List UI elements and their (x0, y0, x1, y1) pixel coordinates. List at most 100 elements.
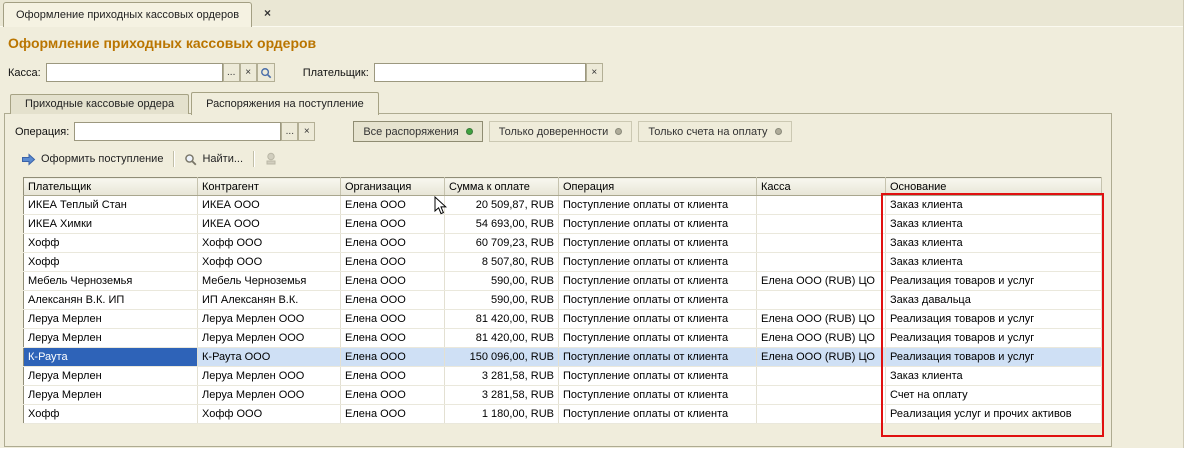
table-row[interactable]: Хофф Хофф ООО Елена ООО 1 180,00, RUB Поступ… (23, 404, 1102, 424)
table-row[interactable]: ИКЕА Химки ИКЕА ООО Елена ООО 54 693,00, RU… (23, 214, 1102, 234)
cell-cashbox[interactable] (756, 214, 886, 234)
tab-cash-orders[interactable]: Приходные кассовые ордера (10, 94, 190, 114)
cell-payer[interactable]: ИКЕА Теплый Стан (23, 195, 198, 215)
window-tab[interactable]: Оформление приходных кассовых ордеров (3, 2, 253, 27)
cell-amount[interactable]: 3 281,58, RUB (444, 385, 559, 405)
cell-operation[interactable]: Поступление оплаты от клиента (558, 385, 757, 405)
cell-cashbox[interactable]: Елена ООО (RUB) ЦО (756, 328, 886, 348)
cell-basis[interactable]: Заказ клиента (885, 195, 1102, 215)
cell-operation[interactable]: Поступление оплаты от клиента (558, 252, 757, 272)
kassa-select-button[interactable]: ... (222, 63, 240, 82)
cell-operation[interactable]: Поступление оплаты от клиента (558, 347, 757, 367)
operation-clear-button[interactable]: × (298, 122, 316, 141)
cell-operation[interactable]: Поступление оплаты от клиента (558, 290, 757, 310)
cell-cashbox[interactable] (756, 404, 886, 424)
cell-amount[interactable]: 150 096,00, RUB (444, 347, 559, 367)
cell-cashbox[interactable] (756, 233, 886, 253)
cell-amount[interactable]: 54 693,00, RUB (444, 214, 559, 234)
table-row[interactable]: Хофф Хофф ООО Елена ООО 8 507,80, RUB Поступ… (23, 252, 1102, 272)
find-button[interactable]: Найти... (178, 149, 249, 169)
cell-organization[interactable]: Елена ООО (340, 404, 445, 424)
cell-payer[interactable]: Хофф (23, 252, 198, 272)
operation-input[interactable] (74, 122, 282, 141)
cell-organization[interactable]: Елена ООО (340, 347, 445, 367)
filter-all-dispositions-button[interactable]: Все распоряжения (353, 121, 483, 142)
cell-operation[interactable]: Поступление оплаты от клиента (558, 309, 757, 329)
cell-basis[interactable]: Заказ клиента (885, 366, 1102, 386)
column-header-counterparty[interactable]: Контрагент (197, 177, 341, 196)
cell-counterparty[interactable]: Хофф ООО (197, 233, 341, 253)
stamp-button[interactable] (258, 149, 284, 169)
cell-payer[interactable]: Леруа Мерлен (23, 385, 198, 405)
table-row[interactable]: Леруа Мерлен Леруа Мерлен ООО Елена ООО 81 … (23, 328, 1102, 348)
cell-basis[interactable]: Заказ клиента (885, 214, 1102, 234)
cell-amount[interactable]: 1 180,00, RUB (444, 404, 559, 424)
cell-cashbox[interactable] (756, 366, 886, 386)
cell-amount[interactable]: 20 509,87, RUB (444, 195, 559, 215)
cell-basis[interactable]: Реализация товаров и услуг (885, 309, 1102, 329)
payer-clear-button[interactable]: × (585, 63, 603, 82)
cell-cashbox[interactable]: Елена ООО (RUB) ЦО (756, 347, 886, 367)
cell-operation[interactable]: Поступление оплаты от клиента (558, 271, 757, 291)
cell-counterparty[interactable]: Леруа Мерлен ООО (197, 328, 341, 348)
cell-amount[interactable]: 60 709,23, RUB (444, 233, 559, 253)
kassa-input[interactable] (45, 63, 223, 82)
cell-cashbox[interactable]: Елена ООО (RUB) ЦО (756, 271, 886, 291)
kassa-clear-button[interactable]: × (239, 63, 257, 82)
cell-organization[interactable]: Елена ООО (340, 385, 445, 405)
tab-close-icon[interactable]: × (260, 6, 275, 21)
cell-organization[interactable]: Елена ООО (340, 195, 445, 215)
cell-counterparty[interactable]: ИКЕА ООО (197, 195, 341, 215)
cell-counterparty[interactable]: Мебель Черноземья (197, 271, 341, 291)
cell-basis[interactable]: Реализация товаров и услуг (885, 328, 1102, 348)
table-row[interactable]: Мебель Черноземья Мебель Черноземья Елена … (23, 271, 1102, 291)
filter-invoices-button[interactable]: Только счета на оплату (638, 121, 792, 142)
cell-cashbox[interactable] (756, 252, 886, 272)
cell-amount[interactable]: 3 281,58, RUB (444, 366, 559, 386)
cell-basis[interactable]: Реализация товаров и услуг (885, 347, 1102, 367)
cell-organization[interactable]: Елена ООО (340, 328, 445, 348)
cell-operation[interactable]: Поступление оплаты от клиента (558, 195, 757, 215)
column-header-cashbox[interactable]: Касса (756, 177, 886, 196)
cell-basis[interactable]: Заказ клиента (885, 252, 1102, 272)
column-header-amount[interactable]: Сумма к оплате (444, 177, 559, 196)
cell-counterparty[interactable]: Леруа Мерлен ООО (197, 309, 341, 329)
cell-cashbox[interactable] (756, 290, 886, 310)
cell-basis[interactable]: Счет на оплату (885, 385, 1102, 405)
cell-payer[interactable]: Хофф (23, 233, 198, 253)
cell-cashbox[interactable]: Елена ООО (RUB) ЦО (756, 309, 886, 329)
cell-payer[interactable]: ИКЕА Химки (23, 214, 198, 234)
table-row[interactable]: Хофф Хофф ООО Елена ООО 60 709,23, RUB Посту… (23, 233, 1102, 253)
cell-payer[interactable]: Алексанян В.К. ИП (23, 290, 198, 310)
column-header-organization[interactable]: Организация (340, 177, 445, 196)
cell-operation[interactable]: Поступление оплаты от клиента (558, 328, 757, 348)
table-row[interactable]: Леруа Мерлен Леруа Мерлен ООО Елена ООО 3 2… (23, 366, 1102, 386)
cell-counterparty[interactable]: Хофф ООО (197, 404, 341, 424)
cell-payer[interactable]: Леруа Мерлен (23, 309, 198, 329)
cell-payer[interactable]: Леруа Мерлен (23, 366, 198, 386)
table-row[interactable]: ИКЕА Теплый Стан ИКЕА ООО Елена ООО 20 509,… (23, 195, 1102, 215)
cell-organization[interactable]: Елена ООО (340, 309, 445, 329)
cell-basis[interactable]: Заказ давальца (885, 290, 1102, 310)
cell-organization[interactable]: Елена ООО (340, 214, 445, 234)
table-row[interactable]: К-Раута К-Раута ООО Елена ООО 150 096,00, R… (23, 347, 1102, 367)
cell-payer[interactable]: Мебель Черноземья (23, 271, 198, 291)
table-row[interactable]: Леруа Мерлен Леруа Мерлен ООО Елена ООО 81 … (23, 309, 1102, 329)
filter-powers-of-attorney-button[interactable]: Только доверенности (488, 121, 633, 142)
kassa-search-button[interactable] (256, 63, 275, 82)
cell-amount[interactable]: 8 507,80, RUB (444, 252, 559, 272)
table-row[interactable]: Алексанян В.К. ИП ИП Алексанян В.К. Елена … (23, 290, 1102, 310)
tab-dispositions[interactable]: Распоряжения на поступление (191, 92, 379, 115)
cell-counterparty[interactable]: ИП Алексанян В.К. (197, 290, 341, 310)
table-row[interactable]: Леруа Мерлен Леруа Мерлен ООО Елена ООО 3 2… (23, 385, 1102, 405)
cell-organization[interactable]: Елена ООО (340, 290, 445, 310)
register-receipt-button[interactable]: Оформить поступление (15, 149, 169, 169)
cell-operation[interactable]: Поступление оплаты от клиента (558, 366, 757, 386)
cell-counterparty[interactable]: Леруа Мерлен ООО (197, 385, 341, 405)
cell-organization[interactable]: Елена ООО (340, 366, 445, 386)
cell-amount[interactable]: 590,00, RUB (444, 271, 559, 291)
cell-counterparty[interactable]: К-Раута ООО (197, 347, 341, 367)
cell-organization[interactable]: Елена ООО (340, 233, 445, 253)
cell-cashbox[interactable] (756, 195, 886, 215)
cell-counterparty[interactable]: Хофф ООО (197, 252, 341, 272)
